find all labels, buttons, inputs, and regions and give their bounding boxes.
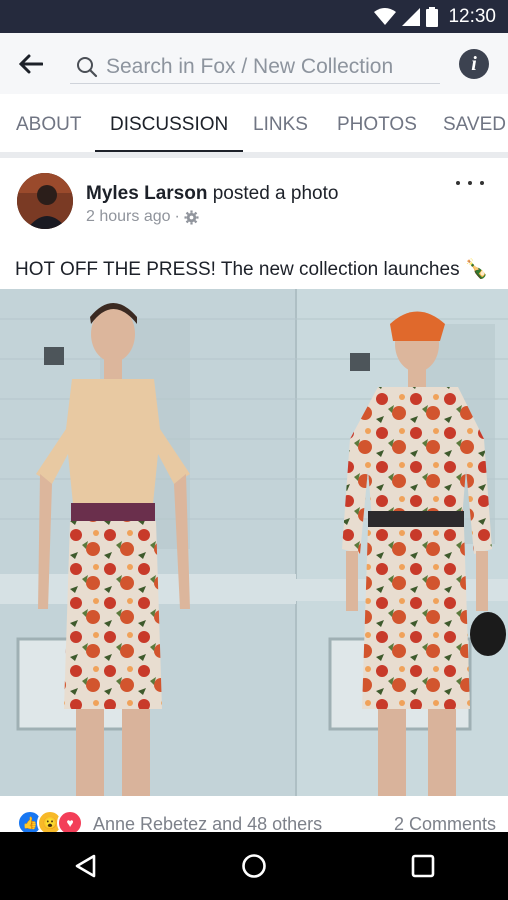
dot [480,181,484,185]
arrow-left-icon [19,54,43,73]
author-action: posted a photo [212,183,339,204]
post-card: Myles Larson posted a photo 2 hours ago … [0,158,508,836]
search-icon [77,57,98,78]
search-field[interactable] [70,51,440,84]
nav-back-button[interactable] [65,846,105,886]
post-text: HOT OFF THE PRESS! The new collection la… [15,257,489,281]
nav-home-button[interactable] [234,846,274,886]
recents-square-icon [412,854,435,878]
post-meta: 2 hours ago · [86,208,199,226]
tab-links[interactable]: LINKS [253,94,308,152]
tab-about[interactable]: ABOUT [16,94,81,152]
post-photo[interactable] [0,289,508,796]
back-triangle-icon [75,854,95,878]
dot [456,181,460,185]
more-options-button[interactable] [456,173,484,193]
status-icons [374,6,439,27]
dot [468,181,472,185]
fashion-photo [0,289,508,796]
status-time: 12:30 [448,5,496,27]
wifi-icon [374,7,397,25]
status-bar: 12:30 [0,0,508,33]
tab-bar: ABOUT DISCUSSION LINKS PHOTOS SAVED [0,94,508,153]
meta-dot: · [174,208,180,225]
tab-saved[interactable]: SAVED [443,94,506,152]
author-name[interactable]: Myles Larson [86,183,207,204]
home-circle-icon [242,854,266,878]
navigation-bar [0,832,508,900]
nav-recents-button[interactable] [403,846,443,886]
author-line: Myles Larson posted a photo [86,183,338,205]
battery-icon [426,6,439,27]
back-button[interactable] [16,49,46,79]
info-button[interactable]: i [459,49,489,79]
reactions-bar: 👍 😮 ♥ Anne Rebetez and 48 others 2 Comme… [0,796,508,836]
gear-icon [184,209,199,225]
champagne-icon: 🍾 [464,259,489,280]
post-timestamp[interactable]: 2 hours ago [86,208,171,226]
search-header [0,33,508,94]
info-icon: i [471,52,477,75]
tab-discussion[interactable]: DISCUSSION [94,94,244,152]
signal-icon [402,7,421,26]
tab-photos[interactable]: PHOTOS [337,94,417,152]
avatar[interactable] [17,173,73,229]
avatar-image [17,173,73,229]
post-text-body: HOT OFF THE PRESS! The new collection la… [15,259,460,280]
search-input[interactable] [106,55,426,79]
